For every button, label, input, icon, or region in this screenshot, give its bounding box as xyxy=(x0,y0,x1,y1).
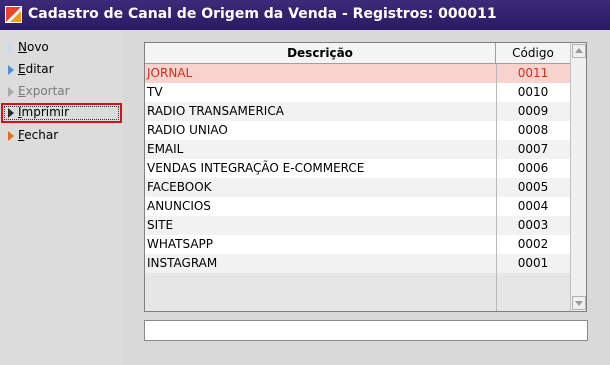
title-bar: Cadastro de Canal de Origem da Venda - R… xyxy=(0,0,610,30)
status-field[interactable] xyxy=(144,320,588,341)
arrow-right-icon xyxy=(8,108,14,118)
cell-codigo: 0005 xyxy=(517,180,549,194)
column-divider xyxy=(496,64,497,311)
cell-codigo: 0001 xyxy=(517,256,549,270)
cell-descricao: RADIO UNIAO xyxy=(147,123,228,137)
table-row[interactable]: WHATSAPP 0002 xyxy=(145,235,570,254)
grid-empty-area xyxy=(145,273,570,311)
table-row[interactable]: TV 0010 xyxy=(145,83,570,102)
cell-codigo: 0007 xyxy=(517,142,549,156)
column-header-descricao[interactable]: Descrição xyxy=(145,43,496,63)
cell-descricao: VENDAS INTEGRAÇÃO E-COMMERCE xyxy=(147,161,365,175)
cell-descricao: INSTAGRAM xyxy=(147,256,218,270)
cell-descricao: WHATSAPP xyxy=(147,237,214,251)
menu-label: Novo xyxy=(18,40,49,54)
menu-label: Exportar xyxy=(18,84,70,98)
table-row[interactable]: INSTAGRAM 0001 xyxy=(145,254,570,273)
table-row[interactable]: RADIO TRANSAMERICA 0009 xyxy=(145,102,570,121)
column-header-codigo[interactable]: Código xyxy=(496,43,570,63)
scroll-down-arrow-icon[interactable] xyxy=(572,296,586,310)
arrow-right-icon xyxy=(8,87,14,97)
arrow-right-icon xyxy=(8,43,14,53)
cell-codigo: 0010 xyxy=(517,85,549,99)
app-logo-icon xyxy=(5,6,22,23)
table-row[interactable]: SITE 0003 xyxy=(145,216,570,235)
table-row[interactable]: ANUNCIOS 0004 xyxy=(145,197,570,216)
menu-exportar[interactable]: Exportar xyxy=(4,83,122,101)
scroll-up-arrow-icon[interactable] xyxy=(572,44,586,58)
cell-descricao: TV xyxy=(147,85,163,99)
content-panel: Descrição Código JORNAL 0011 TV 0010 RAD… xyxy=(123,30,610,365)
table-row[interactable]: RADIO UNIAO 0008 xyxy=(145,121,570,140)
cell-descricao: JORNAL xyxy=(147,66,193,80)
cell-codigo: 0011 xyxy=(517,66,549,80)
records-grid[interactable]: Descrição Código JORNAL 0011 TV 0010 RAD… xyxy=(144,42,587,312)
menu-label: Imprimir xyxy=(18,105,70,119)
cell-codigo: 0006 xyxy=(517,161,549,175)
grid-header: Descrição Código xyxy=(145,43,570,64)
menu-label: Fechar xyxy=(18,128,59,142)
arrow-right-icon xyxy=(8,131,14,141)
cell-codigo: 0003 xyxy=(517,218,549,232)
cell-descricao: SITE xyxy=(147,218,174,232)
cell-codigo: 0008 xyxy=(517,123,549,137)
table-row[interactable]: JORNAL 0011 xyxy=(145,64,570,83)
cell-descricao: EMAIL xyxy=(147,142,184,156)
menu-fechar[interactable]: Fechar xyxy=(4,127,122,145)
arrow-right-icon xyxy=(8,65,14,75)
grid-rows: JORNAL 0011 TV 0010 RADIO TRANSAMERICA 0… xyxy=(145,64,570,273)
cell-codigo: 0004 xyxy=(517,199,549,213)
sidebar: Novo Editar Exportar Imprimir Fechar xyxy=(0,30,123,365)
table-row[interactable]: EMAIL 0007 xyxy=(145,140,570,159)
vertical-scrollbar[interactable] xyxy=(570,43,586,311)
menu-imprimir[interactable]: Imprimir xyxy=(1,103,122,123)
cell-codigo: 0002 xyxy=(517,237,549,251)
table-row[interactable]: FACEBOOK 0005 xyxy=(145,178,570,197)
cell-descricao: ANUNCIOS xyxy=(147,199,211,213)
cell-descricao: RADIO TRANSAMERICA xyxy=(147,104,284,118)
cell-codigo: 0009 xyxy=(517,104,549,118)
menu-label: Editar xyxy=(18,62,54,76)
cell-descricao: FACEBOOK xyxy=(147,180,212,194)
menu-editar[interactable]: Editar xyxy=(4,61,122,79)
table-row[interactable]: VENDAS INTEGRAÇÃO E-COMMERCE 0006 xyxy=(145,159,570,178)
menu-novo[interactable]: Novo xyxy=(4,39,122,57)
window-title: Cadastro de Canal de Origem da Venda - R… xyxy=(28,6,497,22)
